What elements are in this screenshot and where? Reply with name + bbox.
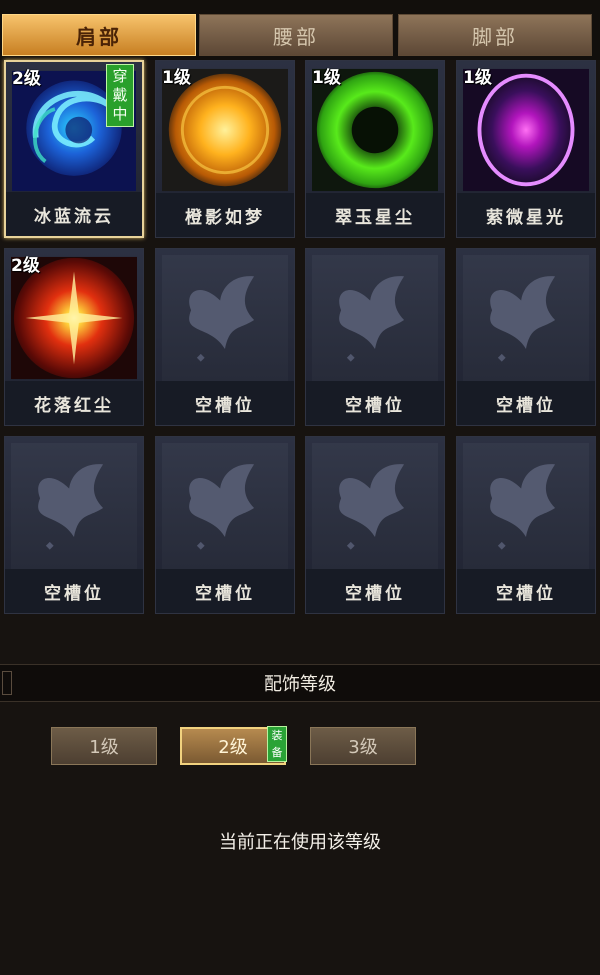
level-1-button[interactable]: 1级 — [51, 727, 157, 765]
item-level: 2级 — [12, 69, 41, 89]
slot-card-6[interactable]: 空槽位 — [155, 248, 295, 426]
item-level: 2级 — [11, 256, 40, 276]
item-level: 1级 — [162, 68, 191, 88]
slot-card-10[interactable]: 空槽位 — [155, 436, 295, 614]
item-name: 空槽位 — [156, 381, 294, 425]
slot-card-7[interactable]: 空槽位 — [305, 248, 445, 426]
butterfly-icon — [463, 255, 589, 381]
slot-card-9[interactable]: 空槽位 — [4, 436, 144, 614]
butterfly-icon — [463, 443, 589, 569]
item-name: 冰蓝流云 — [6, 192, 142, 236]
slot-card-11[interactable]: 空槽位 — [305, 436, 445, 614]
tab-shoulder[interactable]: 肩部 — [2, 14, 196, 56]
slot-card-5[interactable]: 2级 花落红尘 — [4, 248, 144, 426]
item-name: 空槽位 — [156, 569, 294, 613]
item-level: 1级 — [312, 68, 341, 88]
slot-card-12[interactable]: 空槽位 — [456, 436, 596, 614]
butterfly-icon — [11, 443, 137, 569]
butterfly-icon — [162, 443, 288, 569]
wearing-badge: 穿戴中 — [106, 64, 134, 127]
item-name: 空槽位 — [457, 381, 595, 425]
item-name: 萦微星光 — [457, 193, 595, 237]
tab-feet[interactable]: 脚部 — [398, 14, 592, 56]
butterfly-icon — [312, 255, 438, 381]
butterfly-icon — [312, 443, 438, 569]
item-name: 空槽位 — [5, 569, 143, 613]
item-name: 橙影如梦 — [156, 193, 294, 237]
slot-card-2[interactable]: 1级 橙影如梦 — [155, 60, 295, 238]
slot-card-8[interactable]: 空槽位 — [456, 248, 596, 426]
section-title: 配饰等级 — [264, 674, 336, 695]
section-header: 配饰等级 — [0, 664, 600, 702]
equip-badge: 装备 — [267, 726, 287, 762]
butterfly-icon — [162, 255, 288, 381]
level-3-button[interactable]: 3级 — [310, 727, 416, 765]
slot-card-4[interactable]: 1级 萦微星光 — [456, 60, 596, 238]
slot-card-3[interactable]: 1级 翠玉星尘 — [305, 60, 445, 238]
item-level: 1级 — [463, 68, 492, 88]
tab-waist[interactable]: 腰部 — [199, 14, 393, 56]
item-name: 空槽位 — [306, 569, 444, 613]
item-name: 空槽位 — [306, 381, 444, 425]
status-text: 当前正在使用该等级 — [219, 832, 381, 853]
item-name: 花落红尘 — [5, 381, 143, 425]
tab-bar: 肩部 腰部 脚部 — [0, 0, 600, 60]
slot-card-1[interactable]: 2级 穿戴中 冰蓝流云 — [4, 60, 144, 238]
item-name: 空槽位 — [457, 569, 595, 613]
item-name: 翠玉星尘 — [306, 193, 444, 237]
